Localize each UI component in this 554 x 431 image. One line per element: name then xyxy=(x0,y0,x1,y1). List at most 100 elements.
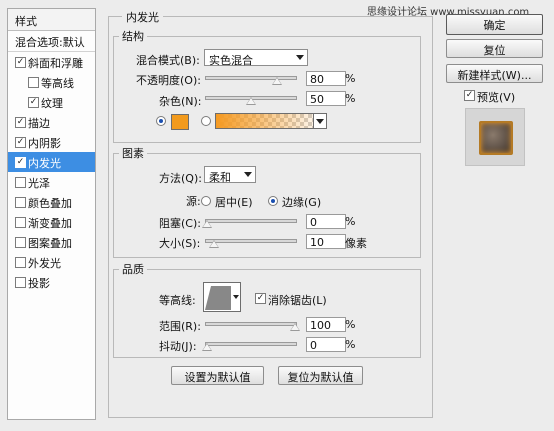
contour-picker[interactable] xyxy=(203,282,241,312)
style-item-label: 光泽 xyxy=(28,177,50,190)
style-item-1[interactable]: ✓ 斜面和浮雕 xyxy=(8,52,95,72)
range-label: 范围(R): xyxy=(159,320,201,333)
style-item-label: 等高线 xyxy=(41,77,74,90)
source-center-radio[interactable] xyxy=(201,196,211,206)
style-item-checkbox[interactable] xyxy=(15,177,26,188)
chevron-down-icon xyxy=(296,55,304,60)
style-item-label: 投影 xyxy=(28,277,50,290)
style-item-label: 纹理 xyxy=(41,97,63,110)
chevron-down-icon xyxy=(316,119,324,124)
gradient-picker[interactable] xyxy=(215,113,327,129)
style-item-3[interactable]: ✓ 纹理 xyxy=(8,92,95,112)
chevron-down-icon xyxy=(233,295,239,299)
technique-dropdown[interactable]: 柔和 xyxy=(204,166,256,184)
blend-mode-label: 混合模式(B): xyxy=(136,54,200,67)
source-center-label: 居中(E) xyxy=(215,196,253,209)
reset-default-button[interactable]: 复位为默认值 xyxy=(278,366,363,385)
style-preview xyxy=(465,108,525,166)
jitter-input[interactable]: 0 xyxy=(306,337,346,352)
antialias-checkbox[interactable]: ✓ xyxy=(255,293,266,304)
source-edge-label: 边缘(G) xyxy=(282,196,322,209)
preview-label: 预览(V) xyxy=(477,91,516,104)
size-slider-thumb[interactable] xyxy=(209,240,219,248)
style-item-checkbox[interactable]: ✓ xyxy=(15,157,26,168)
choke-input[interactable]: 0 xyxy=(306,214,346,229)
style-item-9[interactable]: 渐变叠加 xyxy=(8,212,95,232)
range-slider[interactable] xyxy=(205,322,297,326)
quality-title: 品质 xyxy=(119,261,147,277)
panel-title: 内发光 xyxy=(122,9,163,25)
choke-slider-thumb[interactable] xyxy=(202,220,212,228)
new-style-button[interactable]: 新建样式(W)... xyxy=(446,64,543,83)
noise-percent: % xyxy=(345,92,356,105)
opacity-slider[interactable] xyxy=(205,76,297,80)
style-item-checkbox[interactable]: ✓ xyxy=(28,97,39,108)
style-item-5[interactable]: ✓ 内阴影 xyxy=(8,132,95,152)
style-item-label: 内发光 xyxy=(28,157,61,170)
ok-button[interactable]: 确定 xyxy=(446,14,543,35)
jitter-slider[interactable] xyxy=(205,342,297,346)
style-item-blend-options[interactable]: 混合选项:默认 xyxy=(8,31,95,52)
technique-label: 方法(Q): xyxy=(159,172,202,185)
style-item-label: 内阴影 xyxy=(28,137,61,150)
style-item-12[interactable]: 投影 xyxy=(8,272,95,292)
style-item-10[interactable]: 图案叠加 xyxy=(8,232,95,252)
choke-percent: % xyxy=(345,215,356,228)
style-item-checkbox[interactable] xyxy=(15,197,26,208)
noise-input[interactable]: 50 xyxy=(306,91,346,106)
style-item-label: 渐变叠加 xyxy=(28,217,72,230)
style-item-label: 斜面和浮雕 xyxy=(28,57,83,70)
preview-checkbox[interactable]: ✓ xyxy=(464,90,475,101)
opacity-slider-thumb[interactable] xyxy=(272,77,282,85)
style-item-checkbox[interactable] xyxy=(15,217,26,228)
set-default-button[interactable]: 设置为默认值 xyxy=(171,366,264,385)
style-item-4[interactable]: ✓ 描边 xyxy=(8,112,95,132)
style-item-label: 图案叠加 xyxy=(28,237,72,250)
contour-curve-icon xyxy=(205,284,231,310)
style-item-checkbox[interactable] xyxy=(28,77,39,88)
chevron-down-icon xyxy=(244,172,252,177)
choke-slider[interactable] xyxy=(205,219,297,223)
style-list-header: 样式 xyxy=(8,9,95,31)
style-item-checkbox[interactable] xyxy=(15,257,26,268)
opacity-label: 不透明度(O): xyxy=(136,74,201,87)
style-item-label: 描边 xyxy=(28,117,50,130)
style-item-checkbox[interactable] xyxy=(15,277,26,288)
choke-label: 阻塞(C): xyxy=(159,217,201,230)
noise-label: 杂色(N): xyxy=(159,95,202,108)
size-unit: 像素 xyxy=(345,237,367,250)
style-item-2[interactable]: 等高线 xyxy=(8,72,95,92)
structure-title: 结构 xyxy=(119,28,147,44)
opacity-percent: % xyxy=(345,72,356,85)
style-item-7[interactable]: 光泽 xyxy=(8,172,95,192)
style-item-checkbox[interactable]: ✓ xyxy=(15,57,26,68)
style-item-checkbox[interactable] xyxy=(15,237,26,248)
blend-mode-dropdown[interactable]: 实色混合 xyxy=(204,49,308,67)
contour-label: 等高线: xyxy=(159,294,196,307)
style-item-6[interactable]: ✓ 内发光 xyxy=(8,152,95,172)
style-item-11[interactable]: 外发光 xyxy=(8,252,95,272)
style-list: 样式 混合选项:默认 ✓ 斜面和浮雕 等高线 ✓ 纹理 ✓ 描边 ✓ 内阴影 ✓ 内发光 光泽 颜色叠加… xyxy=(7,8,96,420)
opacity-input[interactable]: 80 xyxy=(306,71,346,86)
range-slider-thumb[interactable] xyxy=(290,323,300,331)
range-percent: % xyxy=(345,318,356,331)
antialias-label: 消除锯齿(L) xyxy=(268,294,327,307)
gradient-radio[interactable] xyxy=(201,116,211,126)
jitter-label: 抖动(J): xyxy=(159,340,197,353)
jitter-slider-thumb[interactable] xyxy=(202,343,212,351)
style-item-label: 外发光 xyxy=(28,257,61,270)
size-input[interactable]: 10 xyxy=(306,234,346,249)
source-edge-radio[interactable] xyxy=(268,196,278,206)
reset-button[interactable]: 复位 xyxy=(446,39,543,58)
range-input[interactable]: 100 xyxy=(306,317,346,332)
color-radio[interactable] xyxy=(156,116,166,126)
source-label: 源: xyxy=(186,195,201,208)
noise-slider-thumb[interactable] xyxy=(246,97,256,105)
style-item-8[interactable]: 颜色叠加 xyxy=(8,192,95,212)
jitter-percent: % xyxy=(345,338,356,351)
style-item-label: 颜色叠加 xyxy=(28,197,72,210)
style-item-checkbox[interactable]: ✓ xyxy=(15,117,26,128)
size-label: 大小(S): xyxy=(159,237,201,250)
color-swatch[interactable] xyxy=(171,114,189,130)
style-item-checkbox[interactable]: ✓ xyxy=(15,137,26,148)
